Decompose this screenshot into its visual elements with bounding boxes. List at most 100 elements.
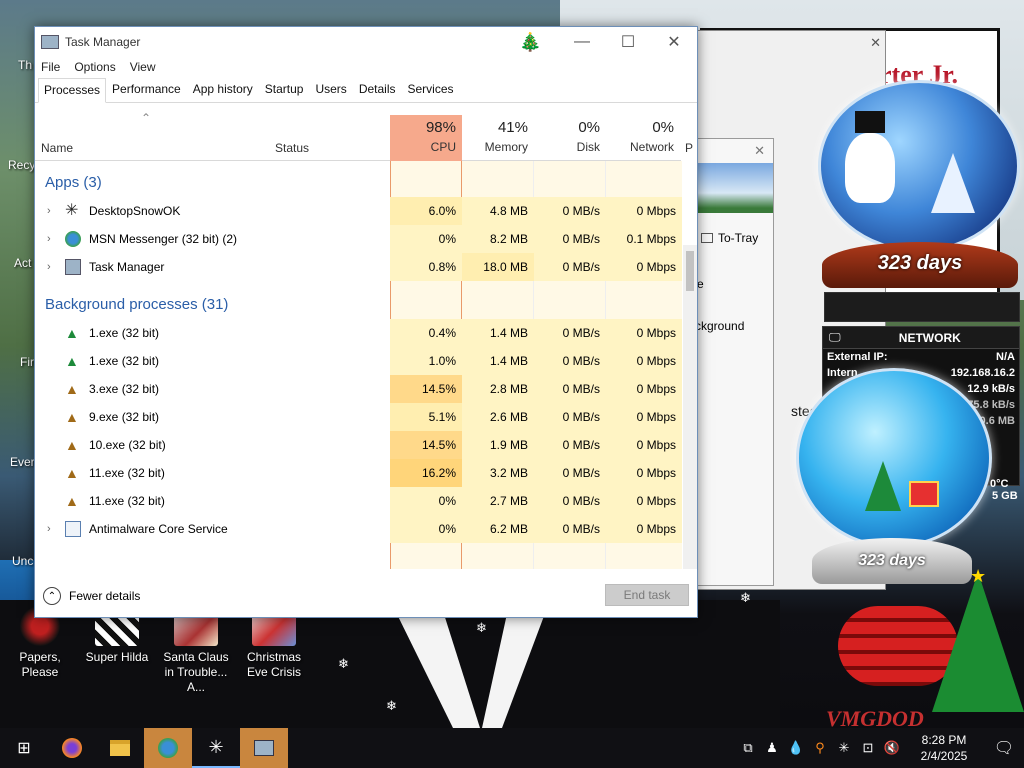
desktop-icon-label[interactable]: Unc: [12, 554, 33, 568]
tab-users[interactable]: Users: [309, 77, 352, 102]
network-cell: 0 Mbps: [606, 515, 682, 543]
external-ip-row: External IP: N/A: [823, 349, 1019, 365]
process-name: 11.exe (32 bit): [89, 494, 165, 508]
desktop-icon-label[interactable]: Act: [14, 256, 31, 270]
desktop-icon-label: Santa Claus in Trouble... A...: [163, 650, 229, 694]
desktop-icon-santa-claus[interactable]: Santa Claus in Trouble... A...: [158, 606, 234, 695]
table-row[interactable]: ▲ 1.exe (32 bit) 1.0% 1.4 MB 0 MB/s 0 Mbp…: [35, 347, 682, 375]
taskbar-task-manager[interactable]: [240, 728, 288, 768]
disk-label: Disk: [576, 140, 600, 154]
taskmanager-icon: [254, 740, 274, 756]
close-button[interactable]: ✕: [651, 27, 697, 57]
dialog-banner-image: [693, 163, 773, 213]
snow-globe-base-top: 323 days: [822, 242, 1018, 288]
minimize-button[interactable]: —: [559, 27, 605, 57]
clock[interactable]: 8:28 PM 2/4/2025: [904, 732, 984, 764]
end-task-button[interactable]: End task: [605, 584, 689, 606]
desktop-icon-label[interactable]: Ever: [10, 455, 35, 469]
chevron-right-icon[interactable]: ›: [47, 253, 65, 281]
tray-messenger-icon[interactable]: ♟: [760, 740, 784, 756]
sort-arrow-icon[interactable]: ⌃: [141, 111, 151, 125]
table-row[interactable]: ▲ 1.exe (32 bit) 0.4% 1.4 MB 0 MB/s 0 Mbp…: [35, 319, 682, 347]
tab-services[interactable]: Services: [402, 77, 460, 102]
table-row[interactable]: ▲ 9.exe (32 bit) 5.1% 2.6 MB 0 MB/s 0 Mbp…: [35, 403, 682, 431]
close-icon[interactable]: ✕: [754, 143, 765, 159]
memory-total: 41%: [497, 119, 528, 136]
clock-date: 2/4/2025: [920, 749, 968, 763]
chevron-right-icon[interactable]: ›: [47, 197, 65, 225]
upload-speed: 12.9 kB/s: [967, 383, 1015, 395]
tray-drop-icon[interactable]: 💧: [784, 740, 808, 756]
disk-cell: 0 MB/s: [534, 319, 606, 347]
column-header-memory[interactable]: 41% Memory: [462, 115, 534, 161]
start-button[interactable]: ⊞: [0, 728, 48, 768]
tray-search-icon[interactable]: ⚲: [808, 740, 832, 756]
table-row[interactable]: › MSN Messenger (32 bit) (2) 0% 8.2 MB 0 …: [35, 225, 682, 253]
table-row[interactable]: › Antimalware Core Service 0% 6.2 MB 0 MB…: [35, 515, 682, 543]
christmas-tree-icon: [932, 572, 1024, 712]
table-row[interactable]: ▲ 11.exe (32 bit) 0% 2.7 MB 0 MB/s 0 Mbps: [35, 487, 682, 515]
tab-details[interactable]: Details: [353, 77, 402, 102]
column-header-status[interactable]: Status: [275, 141, 309, 155]
tray-snowflake-icon[interactable]: ✳: [832, 740, 856, 756]
table-row[interactable]: ▲ 11.exe (32 bit) 16.2% 3.2 MB 0 MB/s 0 M…: [35, 459, 682, 487]
background-dialog[interactable]: ✕ To-Tray e ckground: [692, 138, 774, 586]
taskmanager-icon: [65, 259, 81, 275]
table-row[interactable]: ▲ 3.exe (32 bit) 14.5% 2.8 MB 0 MB/s 0 Mb…: [35, 375, 682, 403]
taskbar-desktopsnowok[interactable]: ✳: [192, 728, 240, 768]
firefox-icon: [62, 738, 82, 758]
disk-cell: 0 MB/s: [534, 225, 606, 253]
maximize-button[interactable]: ☐: [605, 27, 651, 57]
column-header-power[interactable]: P: [685, 141, 693, 155]
title-bar[interactable]: Task Manager 🎄 — ☐ ✕: [35, 27, 697, 57]
taskbar-file-explorer[interactable]: [96, 728, 144, 768]
menu-options[interactable]: Options: [74, 60, 115, 74]
chevron-up-icon[interactable]: ⌃: [43, 587, 61, 605]
task-manager-window[interactable]: Task Manager 🎄 — ☐ ✕ File Options View P…: [34, 26, 698, 618]
process-grid[interactable]: ⌃ Name Status 98% CPU 41% Memory 0% Disk…: [35, 103, 697, 569]
snowflake-icon: ✳: [65, 202, 79, 219]
menu-file[interactable]: File: [41, 60, 60, 74]
cpu-cell: 6.0%: [390, 197, 462, 225]
table-row[interactable]: › ✳ DesktopSnowOK 6.0% 4.8 MB 0 MB/s 0 Mbp…: [35, 197, 682, 225]
footer-bar: ⌃ Fewer details End task: [35, 575, 697, 617]
group-header-apps[interactable]: Apps (3): [35, 169, 681, 197]
vertical-scrollbar[interactable]: [683, 245, 697, 569]
tray-volume-muted-icon[interactable]: 🔇: [880, 740, 904, 756]
tab-performance[interactable]: Performance: [106, 77, 187, 102]
table-row[interactable]: ▲ 10.exe (32 bit) 14.5% 1.9 MB 0 MB/s 0 M…: [35, 431, 682, 459]
cpu-cell: 0%: [390, 487, 462, 515]
group-header-background[interactable]: Background processes (31): [35, 291, 681, 319]
tab-app-history[interactable]: App history: [187, 77, 259, 102]
desktop-icon-label[interactable]: Fir: [20, 355, 34, 369]
tab-startup[interactable]: Startup: [259, 77, 310, 102]
taskbar-firefox[interactable]: [48, 728, 96, 768]
process-name: 1.exe (32 bit): [89, 326, 160, 340]
tray-network-icon[interactable]: ⊡: [856, 740, 880, 756]
tab-strip: Processes Performance App history Startu…: [35, 77, 697, 103]
column-header-network[interactable]: 0% Network: [606, 115, 680, 161]
menu-view[interactable]: View: [130, 60, 156, 74]
column-header-cpu[interactable]: 98% CPU: [390, 115, 462, 161]
scrollbar-thumb[interactable]: [686, 251, 694, 291]
tray-app-icon[interactable]: ⧉: [736, 740, 760, 756]
chevron-right-icon[interactable]: ›: [47, 225, 65, 253]
snow-globe-gadget-bottom[interactable]: [796, 368, 992, 548]
fewer-details-link[interactable]: Fewer details: [69, 589, 140, 603]
close-icon[interactable]: ✕: [870, 35, 881, 51]
desktop-icon-label[interactable]: Recy: [8, 158, 35, 172]
snow-globe-gadget-top[interactable]: [818, 80, 1020, 252]
column-header-disk[interactable]: 0% Disk: [534, 115, 606, 161]
column-header-name[interactable]: Name: [41, 141, 73, 155]
system-tray: ⧉ ♟ 💧 ⚲ ✳ ⊡ 🔇 8:28 PM 2/4/2025 🗨: [736, 728, 1024, 768]
memory-cell: 8.2 MB: [462, 225, 534, 253]
tree-process-icon: ▲: [65, 353, 79, 369]
chevron-right-icon[interactable]: ›: [47, 515, 65, 543]
notification-icon[interactable]: 🗨: [984, 738, 1024, 758]
memory-cell: 1.9 MB: [462, 431, 534, 459]
desktop-icon-label[interactable]: Th: [18, 58, 32, 72]
table-row[interactable]: › Task Manager 0.8% 18.0 MB 0 MB/s 0 Mbps: [35, 253, 682, 281]
taskbar-messenger[interactable]: [144, 728, 192, 768]
tab-processes[interactable]: Processes: [38, 78, 107, 103]
to-tray-button[interactable]: To-Tray: [701, 231, 758, 245]
